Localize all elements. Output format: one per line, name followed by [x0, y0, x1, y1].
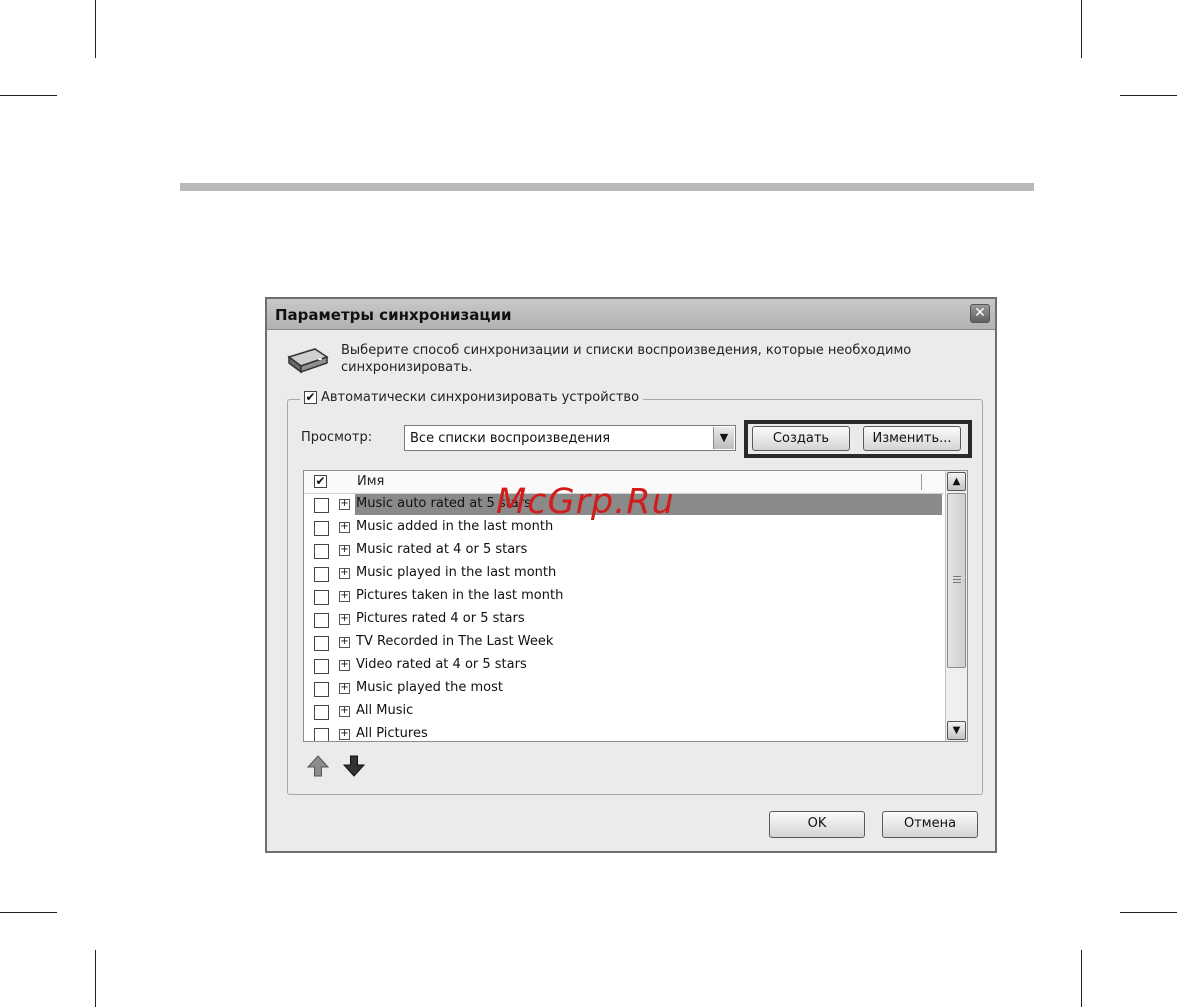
list-item[interactable]: + All Music — [304, 700, 944, 723]
expand-icon[interactable]: + — [339, 499, 350, 510]
list-rows: + Music auto rated at 5 stars + Music added… — [304, 493, 944, 741]
crop-mark — [95, 950, 96, 1007]
list-item[interactable]: + TV Recorded in The Last Week — [304, 631, 944, 654]
page-header-rule — [180, 183, 1034, 191]
list-item[interactable]: + All Pictures — [304, 723, 944, 741]
column-separator[interactable] — [921, 474, 922, 490]
list-header: ✔ Имя — [304, 471, 944, 494]
playlist-name: Music added in the last month — [356, 519, 554, 534]
playlist-name: Pictures rated 4 or 5 stars — [356, 611, 525, 626]
grip-icon — [953, 576, 961, 585]
playlist-name: Pictures taken in the last month — [356, 588, 564, 603]
list-item[interactable]: + Music rated at 4 or 5 stars — [304, 539, 944, 562]
list-item[interactable]: + Music played in the last month — [304, 562, 944, 585]
playlist-checkbox[interactable] — [314, 590, 329, 605]
crop-mark — [1081, 0, 1082, 58]
title-bar: Параметры синхронизации ✕ — [267, 299, 995, 330]
check-icon: ✔ — [305, 390, 316, 404]
device-icon — [287, 348, 329, 374]
playlist-name: Music rated at 4 or 5 stars — [356, 542, 528, 557]
view-select-value: Все списки воспроизведения — [410, 431, 611, 446]
view-select[interactable]: Все списки воспроизведения ▼ — [404, 425, 736, 451]
edit-button[interactable]: Изменить... — [863, 426, 961, 451]
select-all-checkbox[interactable]: ✔ — [314, 475, 327, 488]
crop-mark — [95, 0, 96, 58]
crop-mark — [1120, 95, 1177, 96]
scroll-thumb[interactable] — [947, 493, 966, 668]
sync-settings-dialog: Параметры синхронизации ✕ Выберите спосо… — [265, 297, 997, 853]
expand-icon[interactable]: + — [339, 660, 350, 671]
playlist-list[interactable]: ✔ Имя + Music auto rated at 5 stars + Music… — [303, 470, 968, 742]
expand-icon[interactable]: + — [339, 568, 350, 579]
sync-group-box: ✔ Автоматически синхронизировать устройс… — [287, 390, 983, 795]
scroll-down-button[interactable]: ▼ — [947, 721, 966, 740]
arrow-up-icon[interactable] — [306, 754, 330, 778]
playlist-name: TV Recorded in The Last Week — [356, 634, 554, 649]
playlist-name: Music played the most — [356, 680, 503, 695]
list-item[interactable]: + Music played the most — [304, 677, 944, 700]
list-item[interactable]: + Music auto rated at 5 stars — [304, 493, 944, 516]
auto-sync-option[interactable]: ✔ Автоматически синхронизировать устройс… — [300, 390, 644, 405]
dialog-title: Параметры синхронизации — [275, 306, 512, 324]
expand-icon[interactable]: + — [339, 522, 350, 533]
playlist-checkbox[interactable] — [314, 613, 329, 628]
crop-mark — [0, 95, 57, 96]
view-label: Просмотр: — [301, 430, 373, 445]
playlist-name: All Music — [356, 703, 414, 718]
crop-mark — [0, 912, 57, 913]
playlist-checkbox[interactable] — [314, 659, 329, 674]
check-icon: ✔ — [315, 474, 326, 488]
column-header-name[interactable]: Имя — [357, 474, 384, 489]
arrow-down-icon[interactable] — [342, 754, 366, 778]
playlist-checkbox[interactable] — [314, 567, 329, 582]
playlist-checkbox[interactable] — [314, 544, 329, 559]
highlight-frame: Создать Изменить... — [744, 420, 972, 458]
list-item[interactable]: + Pictures taken in the last month — [304, 585, 944, 608]
auto-sync-checkbox[interactable]: ✔ — [304, 391, 317, 404]
playlist-name: Music played in the last month — [356, 565, 557, 580]
vertical-scrollbar[interactable]: ▲ ▼ — [945, 471, 967, 741]
expand-icon[interactable]: + — [339, 637, 350, 648]
close-button[interactable]: ✕ — [970, 304, 990, 323]
ok-button[interactable]: OK — [769, 811, 865, 838]
playlist-checkbox[interactable] — [314, 728, 329, 741]
expand-icon[interactable]: + — [339, 614, 350, 625]
expand-icon[interactable]: + — [339, 729, 350, 740]
playlist-name: All Pictures — [356, 726, 428, 741]
playlist-checkbox[interactable] — [314, 705, 329, 720]
playlist-checkbox[interactable] — [314, 636, 329, 651]
crop-mark — [1120, 912, 1177, 913]
playlist-checkbox[interactable] — [314, 498, 329, 513]
expand-icon[interactable]: + — [339, 591, 350, 602]
playlist-name: Video rated at 4 or 5 stars — [356, 657, 527, 672]
list-item[interactable]: + Video rated at 4 or 5 stars — [304, 654, 944, 677]
intro-text: Выберите способ синхронизации и списки в… — [341, 343, 912, 375]
playlist-name: Music auto rated at 5 stars — [356, 496, 531, 511]
cancel-button[interactable]: Отмена — [882, 811, 978, 838]
chevron-down-icon[interactable]: ▼ — [713, 427, 734, 449]
close-icon: ✕ — [974, 305, 986, 321]
auto-sync-label: Автоматически синхронизировать устройств… — [321, 390, 640, 405]
expand-icon[interactable]: + — [339, 545, 350, 556]
playlist-checkbox[interactable] — [314, 682, 329, 697]
crop-mark — [1081, 950, 1082, 1007]
create-button[interactable]: Создать — [752, 426, 850, 451]
list-item[interactable]: + Music added in the last month — [304, 516, 944, 539]
scroll-up-button[interactable]: ▲ — [947, 472, 966, 491]
list-item[interactable]: + Pictures rated 4 or 5 stars — [304, 608, 944, 631]
expand-icon[interactable]: + — [339, 683, 350, 694]
expand-icon[interactable]: + — [339, 706, 350, 717]
playlist-checkbox[interactable] — [314, 521, 329, 536]
